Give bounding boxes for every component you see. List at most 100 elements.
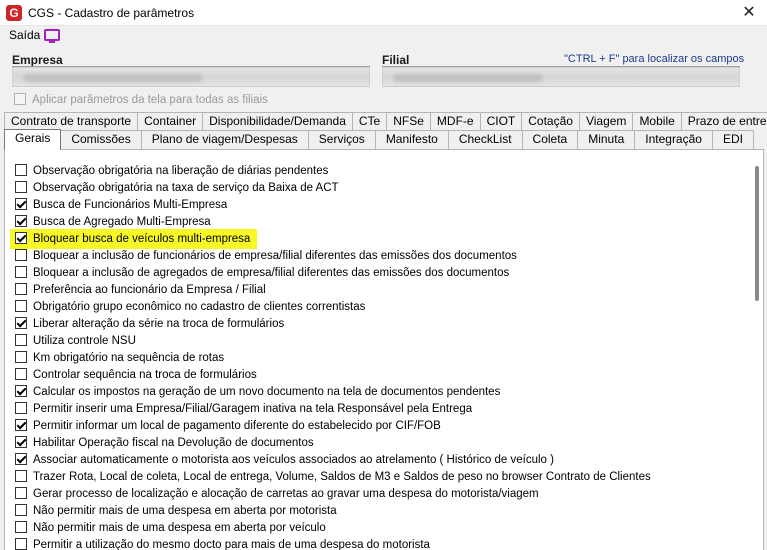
option-checkbox[interactable] [15,385,27,397]
tab-ciot[interactable]: CIOT [479,112,523,131]
tab-viagem[interactable]: Viagem [578,112,634,131]
tab-plano-de-viagem-despesas[interactable]: Plano de viagem/Despesas [140,130,309,149]
tab-manifesto[interactable]: Manifesto [374,130,449,149]
option-row[interactable]: Permitir informar um local de pagamento … [15,418,651,435]
tab-container[interactable]: Container [137,112,204,131]
option-label: Bloquear a inclusão de funcionários de e… [33,250,517,262]
option-row[interactable]: Bloquear a inclusão de funcionários de e… [15,248,651,265]
filial-label: Filial [382,53,410,67]
option-row[interactable]: Km obrigatório na sequência de rotas [15,350,651,367]
option-row[interactable]: Não permitir mais de uma despesa em aber… [15,503,651,520]
tab-prazo-de-entrega[interactable]: Prazo de entrega [680,112,767,131]
option-checkbox[interactable] [15,368,27,380]
option-checkbox[interactable] [15,181,27,193]
close-button[interactable]: ✕ [739,3,759,23]
option-row[interactable]: Observação obrigatória na liberação de d… [15,163,651,180]
option-row[interactable]: Controlar sequência na troca de formulár… [15,367,651,384]
option-checkbox[interactable] [15,300,27,312]
option-label: Calcular os impostos na geração de um no… [33,386,501,398]
option-row[interactable]: Calcular os impostos na geração de um no… [15,384,651,401]
tab-gerais[interactable]: Gerais [4,129,62,150]
option-checkbox[interactable] [15,419,27,431]
menu-saida[interactable]: Saída [9,28,40,42]
option-label: Utiliza controle NSU [33,335,136,347]
option-row[interactable]: Busca de Funcionários Multi-Empresa [15,197,651,214]
option-label: Bloquear a inclusão de agregados de empr… [33,267,510,279]
option-checkbox[interactable] [15,487,27,499]
option-checkbox[interactable] [15,164,27,176]
option-label: Controlar sequência na troca de formulár… [33,369,257,381]
option-row[interactable]: Liberar alteração da série na troca de f… [15,316,651,333]
option-label: Bloquear busca de veículos multi-empresa [33,233,251,245]
option-row[interactable]: Preferência ao funcionário da Empresa / … [15,282,651,299]
option-label: Obrigatório grupo econômico no cadastro … [33,301,366,313]
apply-all-label: Aplicar parâmetros da tela para todas as… [32,94,268,106]
tab-row-2: Gerais Comissões Plano de viagem/Despesas S… [4,129,754,150]
tab-checklist[interactable]: CheckList [447,130,523,149]
option-row[interactable]: Permitir a utilização do mesmo docto par… [15,537,651,550]
option-row[interactable]: Obrigatório grupo econômico no cadastro … [15,299,651,316]
option-label: Permitir inserir uma Empresa/Filial/Gara… [33,403,473,415]
option-label: Trazer Rota, Local de coleta, Local de e… [33,471,651,483]
option-label: Gerar processo de localização e alocação… [33,488,539,500]
apply-all-checkbox[interactable] [14,93,26,105]
option-label: Não permitir mais de uma despesa em aber… [33,505,337,517]
app-logo-icon: G [6,5,22,21]
option-checkbox[interactable] [15,504,27,516]
option-checkbox[interactable] [15,521,27,533]
option-checkbox[interactable] [15,538,27,550]
filial-field[interactable] [382,67,740,87]
option-label: Km obrigatório na sequência de rotas [33,352,225,364]
option-checkbox[interactable] [15,334,27,346]
option-row[interactable]: Bloquear a inclusão de agregados de empr… [15,265,651,282]
tab-disponibilidade-demanda[interactable]: Disponibilidade/Demanda [202,112,353,131]
option-label: Observação obrigatória na taxa de serviç… [33,182,339,194]
option-row[interactable]: Observação obrigatória na taxa de serviç… [15,180,651,197]
option-checkbox[interactable] [15,283,27,295]
option-checkbox[interactable] [15,215,27,227]
option-row[interactable]: Trazer Rota, Local de coleta, Local de e… [15,469,651,486]
option-checkbox[interactable] [15,249,27,261]
search-hint: "CTRL + F" para localizar os campos [564,53,745,65]
tab-nfse[interactable]: NFSe [386,112,431,131]
tab-mobile[interactable]: Mobile [632,112,682,131]
option-label: Liberar alteração da série na troca de f… [33,318,285,330]
option-checkbox[interactable] [15,198,27,210]
option-label: Busca de Funcionários Multi-Empresa [33,199,228,211]
monitor-icon[interactable] [44,29,60,43]
apply-all-checkbox-row[interactable]: Aplicar parâmetros da tela para todas as… [14,93,268,106]
vertical-scrollbar[interactable] [755,166,759,301]
option-checkbox[interactable] [15,351,27,363]
option-label: Busca de Agregado Multi-Empresa [33,216,211,228]
option-label: Preferência ao funcionário da Empresa / … [33,284,266,296]
option-label: Observação obrigatória na liberação de d… [33,165,329,177]
option-checkbox[interactable] [15,232,27,244]
option-checkbox[interactable] [15,453,27,465]
option-row[interactable]: Bloquear busca de veículos multi-empresa [10,229,651,249]
options-list: Observação obrigatória na liberação de d… [10,163,651,550]
option-checkbox[interactable] [15,436,27,448]
gerais-panel: Observação obrigatória na liberação de d… [4,149,764,550]
option-row[interactable]: Permitir inserir uma Empresa/Filial/Gara… [15,401,651,418]
option-checkbox[interactable] [15,266,27,278]
option-checkbox[interactable] [15,317,27,329]
option-row[interactable]: Gerar processo de localização e alocação… [15,486,651,503]
option-row[interactable]: Habilitar Operação fiscal na Devolução d… [15,435,651,452]
tab-comissoes[interactable]: Comissões [60,130,142,149]
tab-servicos[interactable]: Serviços [307,130,376,149]
tab-cotacao[interactable]: Cotação [521,112,580,131]
empresa-field[interactable] [12,67,370,87]
tab-edi[interactable]: EDI [711,130,754,149]
tab-minuta[interactable]: Minuta [577,130,636,149]
option-label: Permitir informar um local de pagamento … [33,420,441,432]
tab-cte[interactable]: CTe [351,112,388,131]
tab-coleta[interactable]: Coleta [521,130,579,149]
option-row[interactable]: Não permitir mais de uma despesa em aber… [15,520,651,537]
tab-mdf-e[interactable]: MDF-e [429,112,481,131]
tab-integracao[interactable]: Integração [634,130,713,149]
option-checkbox[interactable] [15,470,27,482]
option-checkbox[interactable] [15,402,27,414]
option-label: Permitir a utilização do mesmo docto par… [33,539,430,550]
option-row[interactable]: Utiliza controle NSU [15,333,651,350]
option-row[interactable]: Associar automaticamente o motorista aos… [15,452,651,469]
